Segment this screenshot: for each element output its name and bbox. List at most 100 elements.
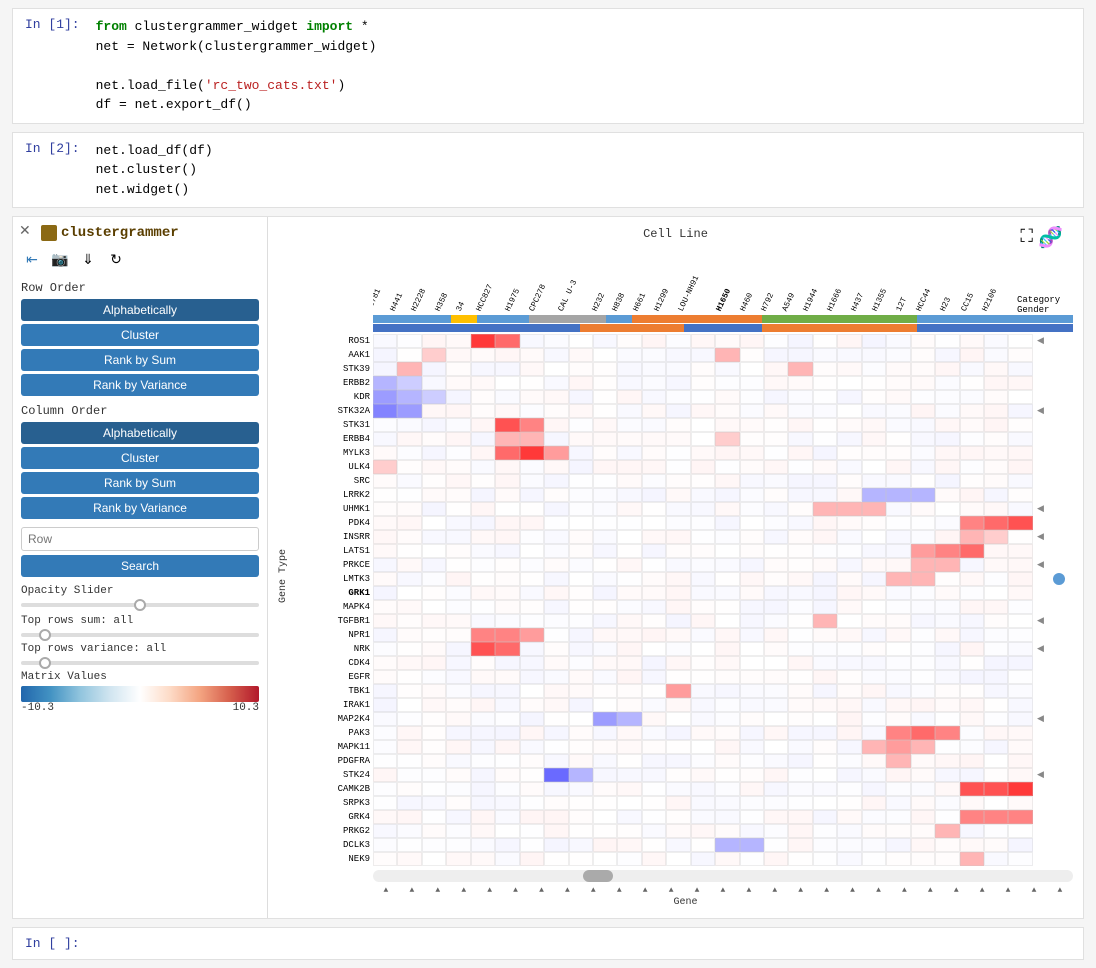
cell-7-6[interactable] — [520, 432, 544, 446]
cell-11-11[interactable] — [642, 488, 666, 502]
cell-0-26[interactable] — [1008, 334, 1032, 348]
cell-5-2[interactable] — [422, 404, 446, 418]
cell-26-20[interactable] — [862, 698, 886, 712]
cell-10-26[interactable] — [1008, 474, 1032, 488]
cell-24-24[interactable] — [960, 670, 984, 684]
cell-28-9[interactable] — [593, 726, 617, 740]
cell-18-14[interactable] — [715, 586, 739, 600]
cell-9-24[interactable] — [960, 460, 984, 474]
cell-13-13[interactable] — [691, 516, 715, 530]
cell-20-20[interactable] — [862, 614, 886, 628]
cell-10-23[interactable] — [935, 474, 959, 488]
cell-2-15[interactable] — [740, 362, 764, 376]
cell-31-20[interactable] — [862, 768, 886, 782]
cell-4-0[interactable] — [373, 390, 397, 404]
cell-34-8[interactable] — [569, 810, 593, 824]
cell-32-14[interactable] — [715, 782, 739, 796]
cell-3-15[interactable] — [740, 376, 764, 390]
cell-13-23[interactable] — [935, 516, 959, 530]
cell-12-13[interactable] — [691, 502, 715, 516]
cell-23-20[interactable] — [862, 656, 886, 670]
cell-0-12[interactable] — [666, 334, 690, 348]
cell-0-9[interactable] — [593, 334, 617, 348]
bottom-arrow-14[interactable]: ▲ — [721, 886, 726, 895]
cell-17-4[interactable] — [471, 572, 495, 586]
cell-20-19[interactable] — [837, 614, 861, 628]
cell-3-14[interactable] — [715, 376, 739, 390]
row-cluster-button[interactable]: Cluster — [21, 324, 259, 346]
cell-13-2[interactable] — [422, 516, 446, 530]
cell-29-12[interactable] — [666, 740, 690, 754]
cell-19-13[interactable] — [691, 600, 715, 614]
cell-28-0[interactable] — [373, 726, 397, 740]
cell-36-15[interactable] — [740, 838, 764, 852]
cell-10-24[interactable] — [960, 474, 984, 488]
cell-23-8[interactable] — [569, 656, 593, 670]
cell-26-26[interactable] — [1008, 698, 1032, 712]
cell-21-4[interactable] — [471, 628, 495, 642]
cell-35-19[interactable] — [837, 824, 861, 838]
cell-27-20[interactable] — [862, 712, 886, 726]
search-button[interactable]: Search — [21, 555, 259, 577]
cell-14-0[interactable] — [373, 530, 397, 544]
cell-5-15[interactable] — [740, 404, 764, 418]
cell-12-10[interactable] — [617, 502, 641, 516]
cell-15-12[interactable] — [666, 544, 690, 558]
cell-18-1[interactable] — [397, 586, 421, 600]
cell-7-17[interactable] — [788, 432, 812, 446]
cell-34-18[interactable] — [813, 810, 837, 824]
cell-27-7[interactable] — [544, 712, 568, 726]
cell-26-5[interactable] — [495, 698, 519, 712]
cell-34-15[interactable] — [740, 810, 764, 824]
cell-34-4[interactable] — [471, 810, 495, 824]
bottom-arrow-16[interactable]: ▲ — [772, 886, 777, 895]
cell-24-13[interactable] — [691, 670, 715, 684]
cell-36-18[interactable] — [813, 838, 837, 852]
cell-27-2[interactable] — [422, 712, 446, 726]
cell-33-16[interactable] — [764, 796, 788, 810]
cell-29-22[interactable] — [911, 740, 935, 754]
cell-31-13[interactable] — [691, 768, 715, 782]
cell-37-3[interactable] — [446, 852, 470, 866]
rows-var-slider[interactable] — [21, 661, 259, 665]
cell-12-5[interactable] — [495, 502, 519, 516]
cell-22-14[interactable] — [715, 642, 739, 656]
cell-37-23[interactable] — [935, 852, 959, 866]
cell-30-21[interactable] — [886, 754, 910, 768]
bottom-arrow-8[interactable]: ▲ — [565, 886, 570, 895]
cell-35-13[interactable] — [691, 824, 715, 838]
cell-13-14[interactable] — [715, 516, 739, 530]
cell-2-23[interactable] — [935, 362, 959, 376]
cell-30-4[interactable] — [471, 754, 495, 768]
cell-6-13[interactable] — [691, 418, 715, 432]
cell-1-17[interactable] — [788, 348, 812, 362]
cell-12-3[interactable] — [446, 502, 470, 516]
cell-15-18[interactable] — [813, 544, 837, 558]
cell-17-15[interactable] — [740, 572, 764, 586]
right-arrow-4[interactable]: ◀ — [1033, 530, 1073, 544]
cell-6-23[interactable] — [935, 418, 959, 432]
cell-2-22[interactable] — [911, 362, 935, 376]
cell-3-21[interactable] — [886, 376, 910, 390]
cell-29-8[interactable] — [569, 740, 593, 754]
cell-5-24[interactable] — [960, 404, 984, 418]
cell-5-9[interactable] — [593, 404, 617, 418]
cell-11-16[interactable] — [764, 488, 788, 502]
cell-8-19[interactable] — [837, 446, 861, 460]
cell-12-21[interactable] — [886, 502, 910, 516]
cell-28-4[interactable] — [471, 726, 495, 740]
cell-14-19[interactable] — [837, 530, 861, 544]
cell-13-21[interactable] — [886, 516, 910, 530]
cell-9-12[interactable] — [666, 460, 690, 474]
cell-0-18[interactable] — [813, 334, 837, 348]
cell-27-6[interactable] — [520, 712, 544, 726]
cell-2-5[interactable] — [495, 362, 519, 376]
cell-12-9[interactable] — [593, 502, 617, 516]
cell-12-8[interactable] — [569, 502, 593, 516]
cell-28-8[interactable] — [569, 726, 593, 740]
cell-17-19[interactable] — [837, 572, 861, 586]
cell-32-6[interactable] — [520, 782, 544, 796]
cell-29-15[interactable] — [740, 740, 764, 754]
cell-24-6[interactable] — [520, 670, 544, 684]
cell-24-23[interactable] — [935, 670, 959, 684]
